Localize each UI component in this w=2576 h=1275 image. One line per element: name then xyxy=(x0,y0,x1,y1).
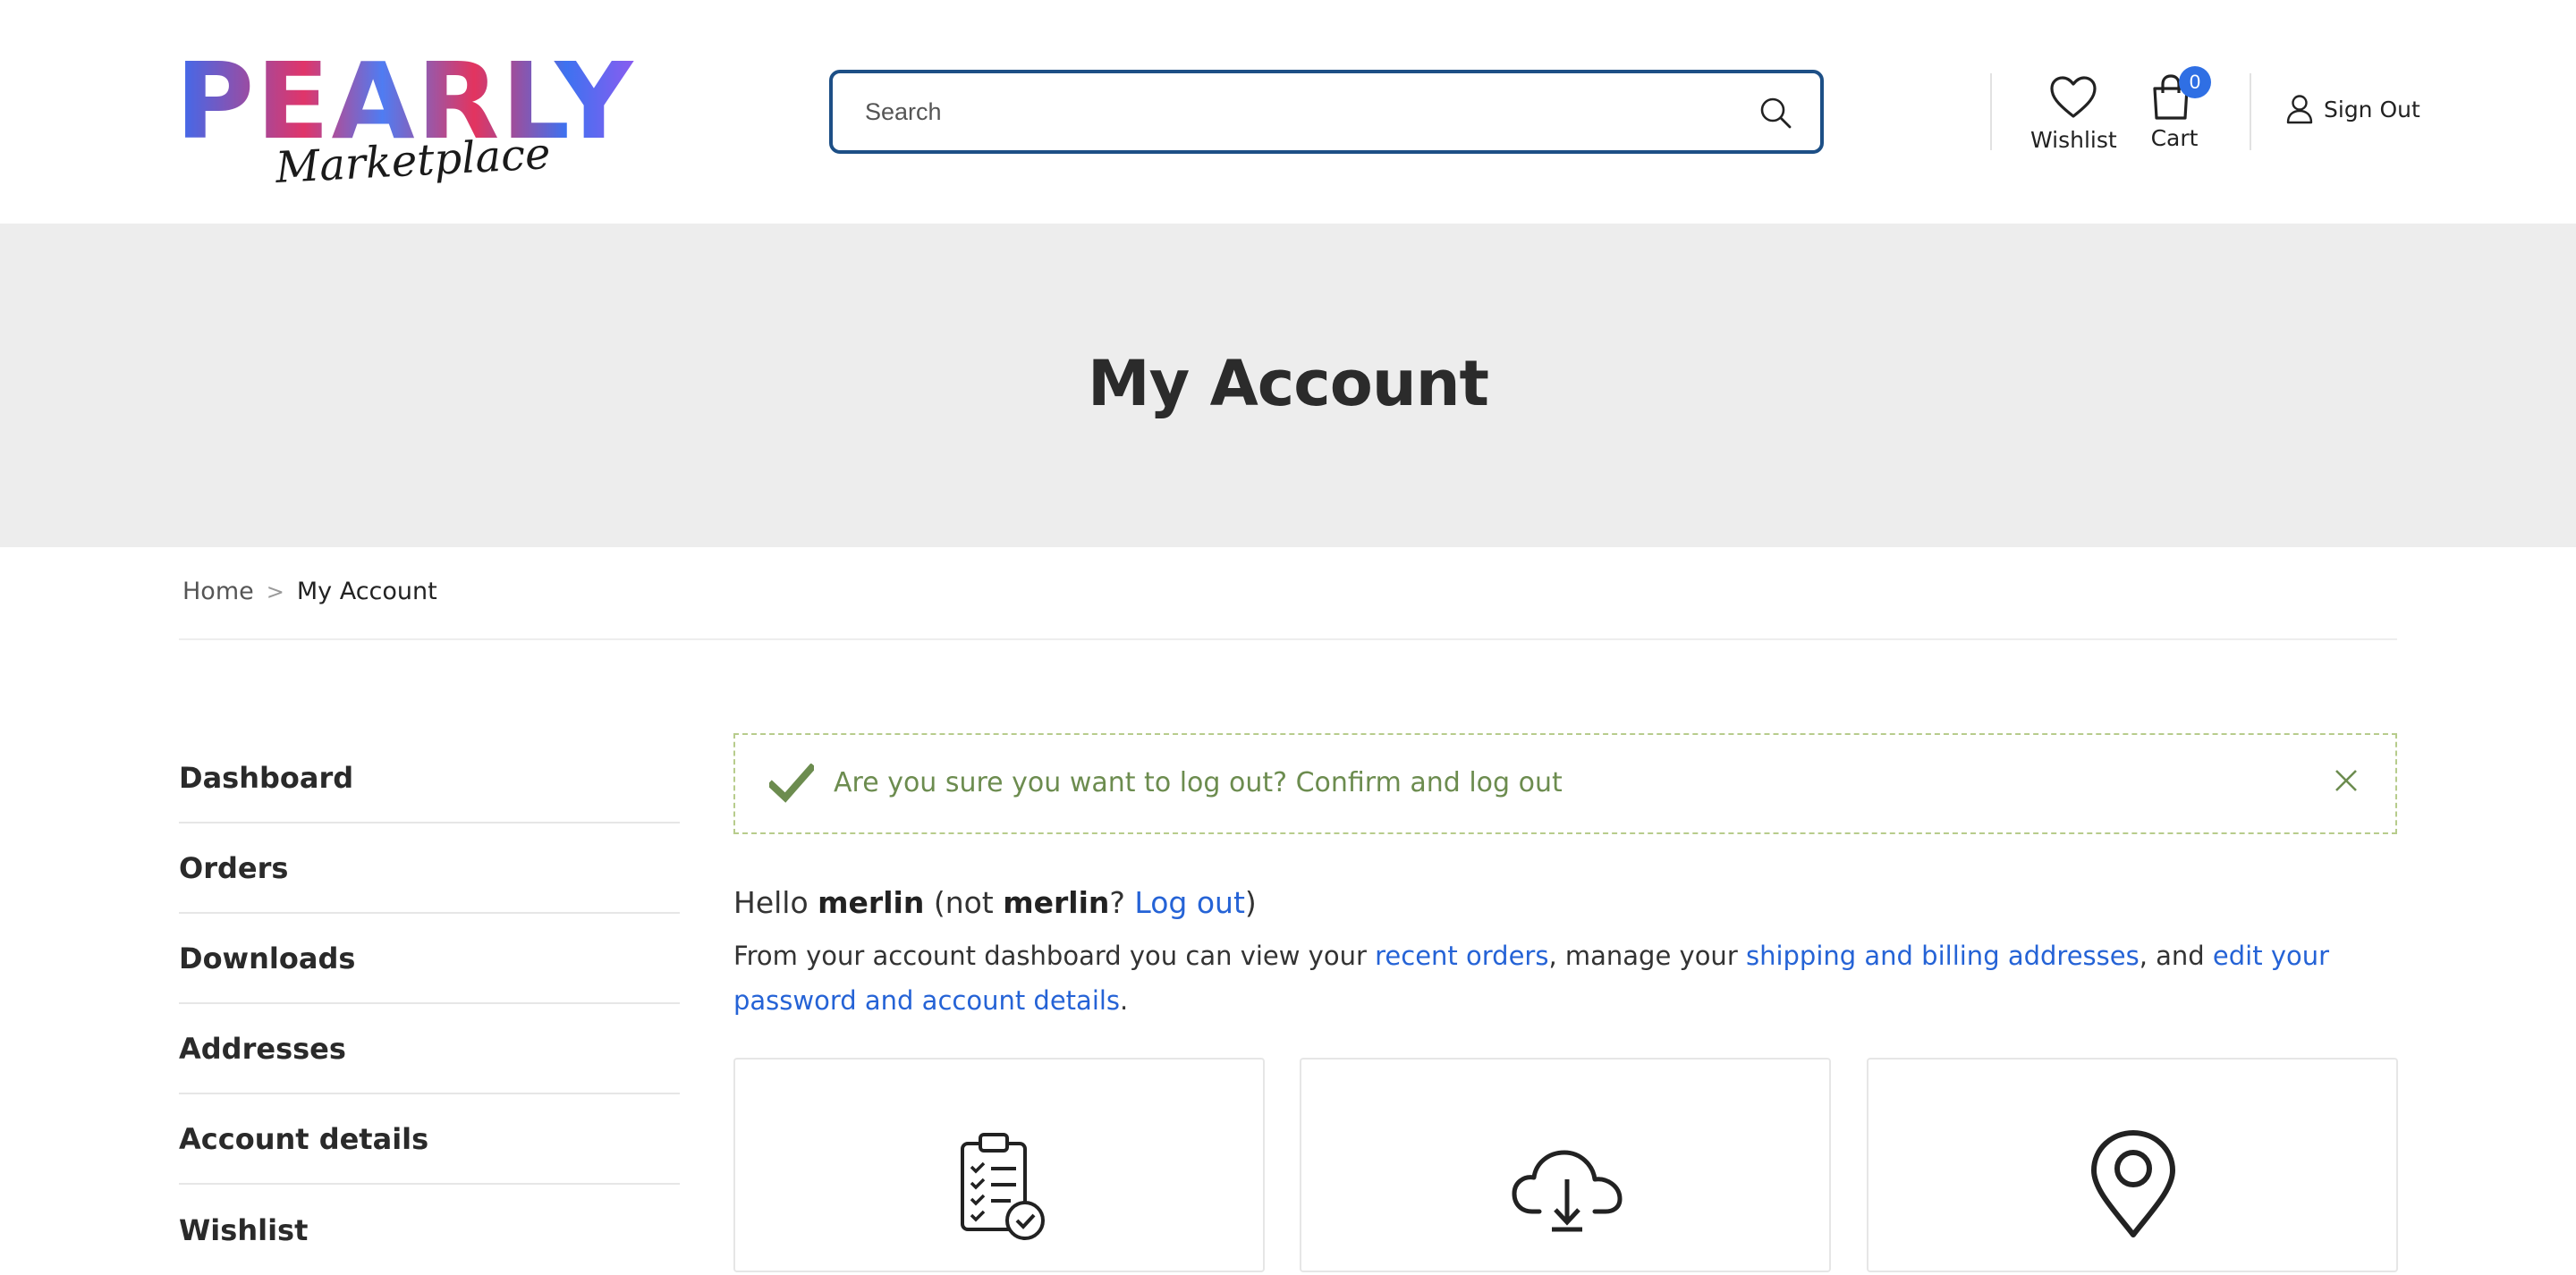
breadcrumb-divider xyxy=(179,638,2397,640)
site-header: PEARLY Marketplace Wishlist 0 Cart xyxy=(0,0,2576,224)
intro-text: , manage your xyxy=(1548,941,1746,971)
checkmark-icon xyxy=(769,764,814,803)
greeting-text: ) xyxy=(1244,885,1257,920)
sidebar-item-downloads[interactable]: Downloads xyxy=(179,914,680,1004)
logout-link[interactable]: Log out xyxy=(1134,885,1244,920)
intro-text: From your account dashboard you can view… xyxy=(733,941,1376,971)
greeting-username: merlin xyxy=(818,885,925,920)
addresses-card[interactable] xyxy=(1867,1058,2398,1272)
site-logo[interactable]: PEARLY Marketplace xyxy=(175,48,633,193)
header-divider xyxy=(2250,73,2251,150)
page-hero: My Account xyxy=(0,224,2576,547)
breadcrumb-home[interactable]: Home xyxy=(182,578,254,605)
search-box xyxy=(829,70,1824,154)
sidebar-item-addresses[interactable]: Addresses xyxy=(179,1004,680,1094)
orders-card[interactable] xyxy=(733,1058,1265,1272)
recent-orders-link[interactable]: recent orders xyxy=(1375,941,1548,971)
sign-out-label: Sign Out xyxy=(2324,96,2420,122)
greeting-username-2: merlin xyxy=(1003,885,1110,920)
page-title: My Account xyxy=(1087,347,1489,420)
close-icon[interactable] xyxy=(2333,767,2360,794)
clipboard-check-icon xyxy=(961,1133,1045,1240)
sidebar-item-dashboard[interactable]: Dashboard xyxy=(179,733,680,823)
logout-notice: Are you sure you want to log out? Confir… xyxy=(733,733,2397,834)
breadcrumb-current: My Account xyxy=(296,578,437,605)
wishlist-link[interactable]: Wishlist xyxy=(2030,75,2117,153)
sidebar-item-wishlist[interactable]: Wishlist xyxy=(179,1185,680,1275)
user-icon xyxy=(2286,95,2313,124)
search-input[interactable] xyxy=(865,93,1724,131)
greeting-hello: Hello xyxy=(733,885,809,920)
greeting: Hello merlin (not merlin? Log out) xyxy=(733,885,1257,920)
downloads-card[interactable] xyxy=(1300,1058,1831,1272)
cloud-download-icon xyxy=(1512,1150,1623,1232)
cart-count-badge: 0 xyxy=(2179,66,2211,98)
cart-link[interactable]: 0 Cart xyxy=(2143,66,2211,151)
breadcrumb-separator: > xyxy=(266,578,284,604)
greeting-text: ? xyxy=(1109,885,1135,920)
wishlist-label: Wishlist xyxy=(2030,127,2117,153)
sidebar-item-account-details[interactable]: Account details xyxy=(179,1094,680,1185)
intro-text: . xyxy=(1120,985,1129,1016)
header-divider xyxy=(1990,73,1992,150)
breadcrumb: Home > My Account xyxy=(182,578,437,605)
cart-label: Cart xyxy=(2150,125,2199,151)
greeting-text: (not xyxy=(924,885,1004,920)
heart-icon xyxy=(2050,76,2097,118)
map-pin-icon xyxy=(2091,1130,2175,1237)
dashboard-intro: From your account dashboard you can view… xyxy=(733,933,2397,1023)
sidebar-item-orders[interactable]: Orders xyxy=(179,823,680,914)
addresses-link[interactable]: shipping and billing addresses xyxy=(1746,941,2140,971)
intro-text: , and xyxy=(2139,941,2213,971)
search-icon[interactable] xyxy=(1758,95,1793,131)
account-sidebar: Dashboard Orders Downloads Addresses Acc… xyxy=(179,733,680,1275)
sign-out-link[interactable]: Sign Out xyxy=(2286,94,2420,124)
notice-message[interactable]: Are you sure you want to log out? Confir… xyxy=(834,767,1563,798)
